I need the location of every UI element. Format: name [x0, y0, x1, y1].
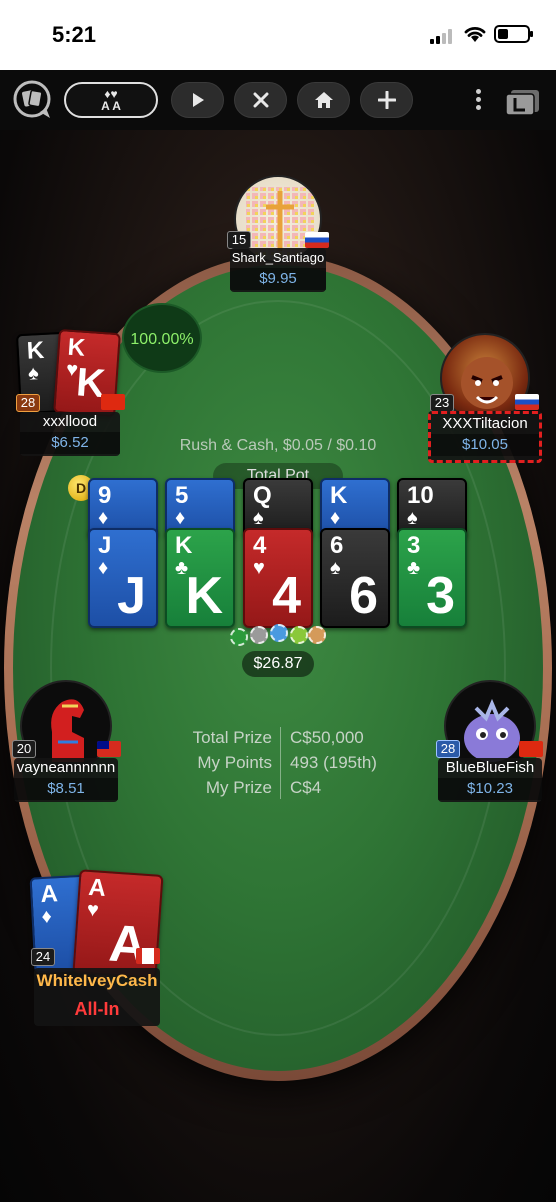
chat-icon — [13, 80, 51, 118]
layout-icon[interactable] — [505, 88, 541, 116]
chat-button[interactable] — [10, 80, 56, 118]
prize-label: My Points — [197, 753, 272, 772]
hero-nameplate[interactable]: WhiteIveyCash All-In — [34, 968, 160, 1026]
status-bar: 5:21 — [0, 0, 556, 70]
player-name: BlueBlueFish — [445, 759, 535, 776]
board-card: 4 ♥ 4 — [243, 528, 313, 628]
china-flag-icon — [519, 741, 543, 757]
taiwan-flag-icon — [97, 741, 121, 757]
player-name: XXXTiltacion — [442, 415, 528, 432]
player-stack: $10.23 — [438, 778, 542, 800]
last-hand-button[interactable]: ♦♥ A A — [64, 82, 158, 118]
add-table-button[interactable] — [360, 82, 413, 118]
player-level: 28 — [16, 394, 40, 412]
board-card: K ♣ K — [165, 528, 235, 628]
status-time: 5:21 — [52, 22, 97, 47]
pot-amount: $26.87 — [242, 651, 314, 677]
player-stack: $9.95 — [230, 268, 326, 290]
player-stack: $10.05 — [431, 434, 539, 456]
player-level: 28 — [436, 740, 460, 758]
more-icon[interactable] — [470, 86, 486, 116]
player-stack: $8.51 — [14, 778, 118, 800]
poker-screen: 5:21 ♦♥ A A Rush & Cash, $0.05 / $0.10 T… — [0, 0, 556, 1202]
player-nameplate[interactable]: xxxllood $6.52 — [20, 412, 120, 456]
pot-chips — [228, 622, 328, 648]
prize-value: 493 (195th) — [290, 753, 377, 772]
play-button[interactable] — [171, 82, 224, 118]
player-level: 24 — [31, 948, 55, 966]
wifi-icon — [464, 27, 486, 42]
prize-value: C$50,000 — [290, 728, 364, 747]
table-toolbar: ♦♥ A A — [0, 70, 556, 130]
signal-icon — [430, 28, 456, 44]
player-stack: $6.52 — [20, 432, 120, 454]
board-card: 3 ♣ 3 — [397, 528, 467, 628]
board-card: 6 ♠ 6 — [320, 528, 390, 628]
player-level: 23 — [430, 394, 454, 412]
home-button[interactable] — [297, 82, 350, 118]
close-icon — [253, 92, 268, 108]
board-card: J ♦ J — [88, 528, 158, 628]
russia-flag-icon — [515, 394, 539, 410]
player-nameplate[interactable]: vayneannnnnn $8.51 — [14, 758, 118, 802]
canada-flag-icon — [136, 948, 160, 964]
home-icon — [314, 92, 333, 108]
prize-info: Total Prize C$50,000 My Points 493 (195t… — [170, 725, 410, 805]
hand-ranks: A A — [101, 99, 121, 113]
equity-bubble: 100.00% — [122, 303, 202, 373]
player-nameplate[interactable]: Shark_Santiago $9.95 — [230, 248, 326, 292]
russia-flag-icon — [305, 232, 329, 248]
plus-icon — [377, 91, 396, 109]
player-name: Shark_Santiago — [231, 250, 325, 265]
china-flag-icon — [101, 394, 125, 410]
player-nameplate[interactable]: BlueBlueFish $10.23 — [438, 758, 542, 802]
prize-label: Total Prize — [192, 728, 272, 747]
play-icon — [192, 93, 204, 107]
prize-label: My Prize — [205, 778, 272, 797]
prize-value: C$4 — [290, 778, 322, 797]
player-status: All-In — [74, 999, 120, 1019]
player-name: xxxllood — [42, 413, 98, 430]
player-name: WhiteIveyCash — [36, 971, 158, 990]
close-button[interactable] — [234, 82, 287, 118]
player-level: 20 — [12, 740, 36, 758]
player-name: vayneannnnnn — [16, 759, 116, 776]
battery-icon — [494, 25, 533, 43]
player-nameplate[interactable]: XXXTiltacion $10.05 — [428, 411, 542, 463]
player-level: 15 — [227, 231, 251, 249]
